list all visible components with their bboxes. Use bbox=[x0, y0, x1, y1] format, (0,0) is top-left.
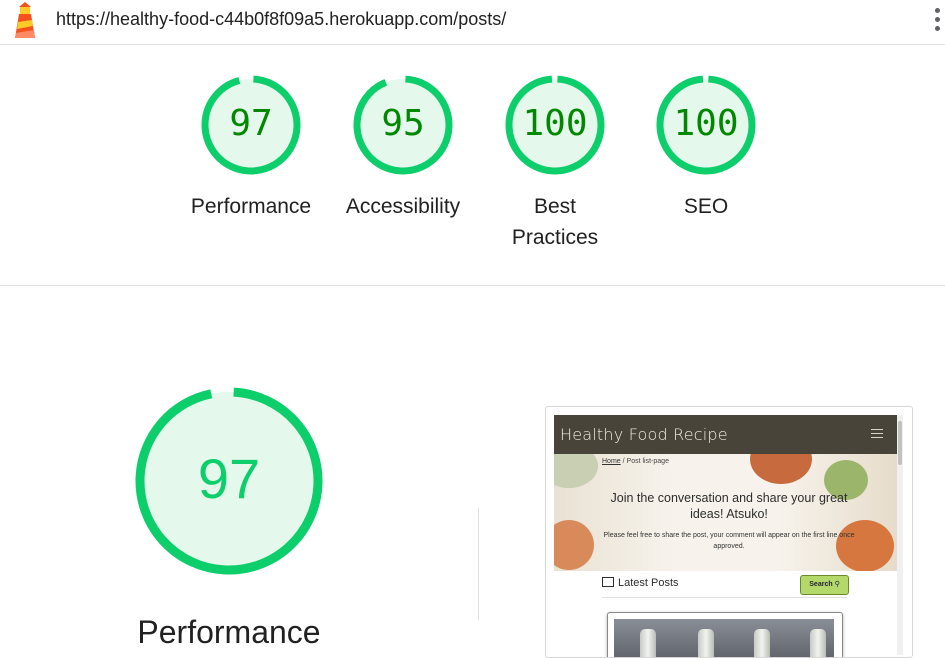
search-icon: ⚲ bbox=[834, 581, 840, 588]
gauge-score: 100 bbox=[673, 103, 739, 144]
gauge-label: Best Practices bbox=[511, 195, 599, 249]
search-label: Search bbox=[809, 581, 833, 588]
gauge-accessibility[interactable]: 95 Accessibility bbox=[328, 75, 478, 222]
url-bar: https://healthy-food-c44b0f8f09a5.heroku… bbox=[0, 0, 945, 45]
hero-paragraph: Please feel free to share the post, your… bbox=[603, 532, 855, 550]
divider bbox=[478, 508, 479, 620]
scrollbar bbox=[897, 415, 903, 655]
gauge-best-practices[interactable]: 100 Best Practices bbox=[480, 75, 630, 253]
gauge-performance[interactable]: 97 Performance bbox=[176, 75, 326, 222]
latest-posts-heading: Latest Posts bbox=[602, 577, 679, 589]
site-brand: Healthy Food Recipe bbox=[560, 425, 728, 444]
gauge-score: 95 bbox=[381, 103, 425, 144]
gauge-seo[interactable]: 100 SEO bbox=[631, 75, 781, 222]
gauge-label: Performance bbox=[190, 195, 312, 218]
report-url: https://healthy-food-c44b0f8f09a5.heroku… bbox=[56, 9, 507, 29]
performance-title: Performance bbox=[137, 614, 321, 650]
hero-banner: Home / Post list-page Join the conversat… bbox=[554, 454, 897, 571]
performance-score-large: 97 bbox=[197, 447, 261, 510]
gauge-score: 100 bbox=[522, 103, 588, 144]
post-image bbox=[614, 619, 834, 657]
score-summary: 97 Performance 95 Accessibility 100 Best… bbox=[0, 45, 945, 286]
hero-heading: Join the conversation and share your gre… bbox=[610, 491, 848, 521]
final-screenshot: Healthy Food Recipe Home / Post list-pag… bbox=[545, 406, 913, 658]
lighthouse-logo-icon bbox=[15, 2, 35, 38]
search-button: Search ⚲ bbox=[800, 575, 849, 595]
divider bbox=[602, 597, 847, 598]
hamburger-menu-icon bbox=[871, 429, 883, 441]
latest-posts-label: Latest Posts bbox=[618, 577, 679, 589]
more-options-icon[interactable] bbox=[931, 8, 945, 36]
newspaper-icon bbox=[602, 577, 614, 587]
gauge-score: 97 bbox=[229, 103, 273, 144]
gauge-label: Accessibility bbox=[345, 195, 461, 218]
breadcrumb-current: Post list-page bbox=[626, 458, 669, 465]
site-navbar: Healthy Food Recipe bbox=[554, 415, 897, 454]
post-card bbox=[607, 612, 843, 657]
breadcrumb: Home / Post list-page bbox=[602, 458, 669, 465]
breadcrumb-home: Home bbox=[602, 458, 621, 465]
gauge-label: SEO bbox=[683, 195, 729, 218]
breadcrumb-separator: / bbox=[622, 458, 625, 465]
